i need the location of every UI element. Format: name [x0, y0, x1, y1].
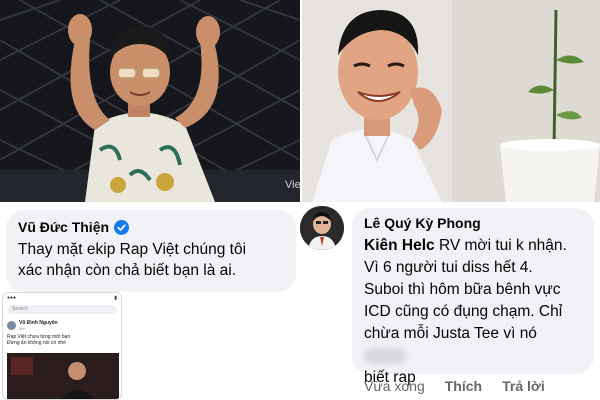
- photo-rapper-stage: Vie: [0, 0, 300, 202]
- phone-status-bar: ●●● ▮: [7, 295, 117, 301]
- comment-bubble-le-quy-ky-phong: Lê Quý Kỳ Phong Kiên Helc RV mời tui k n…: [352, 208, 594, 386]
- comment-line: Vì 6 người tui diss hết 4.: [364, 259, 533, 276]
- like-button[interactable]: Thích: [445, 378, 482, 394]
- verified-badge-icon: [114, 219, 130, 235]
- phone-post: Vũ Đình Nguyên 5m Rap Việt chưa từng mời…: [3, 318, 121, 348]
- comment-line: ICD cũng có đụng chạm. Chỉ: [364, 303, 563, 320]
- phone-post-header: Vũ Đình Nguyên 5m: [7, 320, 117, 331]
- comment-author-name[interactable]: Vũ Đức Thiện: [18, 218, 109, 236]
- comment-text: Thay mặt ekip Rap Việt chúng tôi xác nhậ…: [18, 239, 284, 281]
- phone-post-time: 5m: [19, 326, 25, 331]
- comment-line-text: chừa mỗi Justa Tee vì nó: [364, 325, 537, 342]
- comment-bubble-vu-duc-thien: Vũ Đức Thiện Thay mặt ekip Rap Việt chún…: [6, 210, 296, 292]
- comment-line: Suboi thì hôm bữa bênh vực: [364, 281, 561, 298]
- photo-gap: [0, 202, 600, 206]
- phone-search-input: Search: [7, 305, 117, 314]
- reply-button[interactable]: Trả lời: [502, 378, 545, 394]
- comment-actions: Vừa xong Thích Trả lời: [364, 378, 545, 394]
- phone-post-line: Đừng ăn không nói có nhé: [7, 340, 66, 346]
- comment-timestamp: Vừa xong: [364, 378, 425, 394]
- comment-line: chừa mỗi Justa Tee vì nó: [364, 323, 582, 367]
- portrait-photo-illustration: [302, 0, 600, 202]
- stage-photo-illustration: Vie: [0, 0, 300, 202]
- phone-post-avatar: [7, 321, 16, 330]
- comment-line: xác nhận còn chả biết bạn là ai.: [18, 262, 237, 279]
- comment-author-row: Vũ Đức Thiện: [18, 218, 284, 236]
- avatar-image: [300, 206, 344, 250]
- comment-line: Thay mặt ekip Rap Việt chúng tôi: [18, 241, 247, 258]
- mention-tag[interactable]: Kiên Helc: [364, 237, 435, 254]
- blurred-word: [364, 347, 406, 364]
- phone-post-photo: [7, 353, 119, 399]
- phone-post-text: Rap Việt chưa từng mời bạn Đừng ăn không…: [7, 334, 117, 346]
- comment-text: Kiên Helc RV mời tui k nhận. Vì 6 người …: [364, 235, 582, 389]
- comment-line-rest: RV mời tui k nhận.: [434, 237, 567, 254]
- embedded-phone-screenshot: ●●● ▮ Search Vũ Đình Nguyên 5m Rap Việt c…: [2, 292, 122, 400]
- phone-post-image: [7, 353, 119, 399]
- commenter-avatar[interactable]: [300, 206, 344, 250]
- comment-author-name[interactable]: Lê Quý Kỳ Phong: [364, 214, 582, 232]
- photo-man-smiling: [302, 0, 600, 202]
- watermark-text: Vie: [285, 179, 300, 191]
- comment-line: Kiên Helc RV mời tui k nhận.: [364, 235, 582, 257]
